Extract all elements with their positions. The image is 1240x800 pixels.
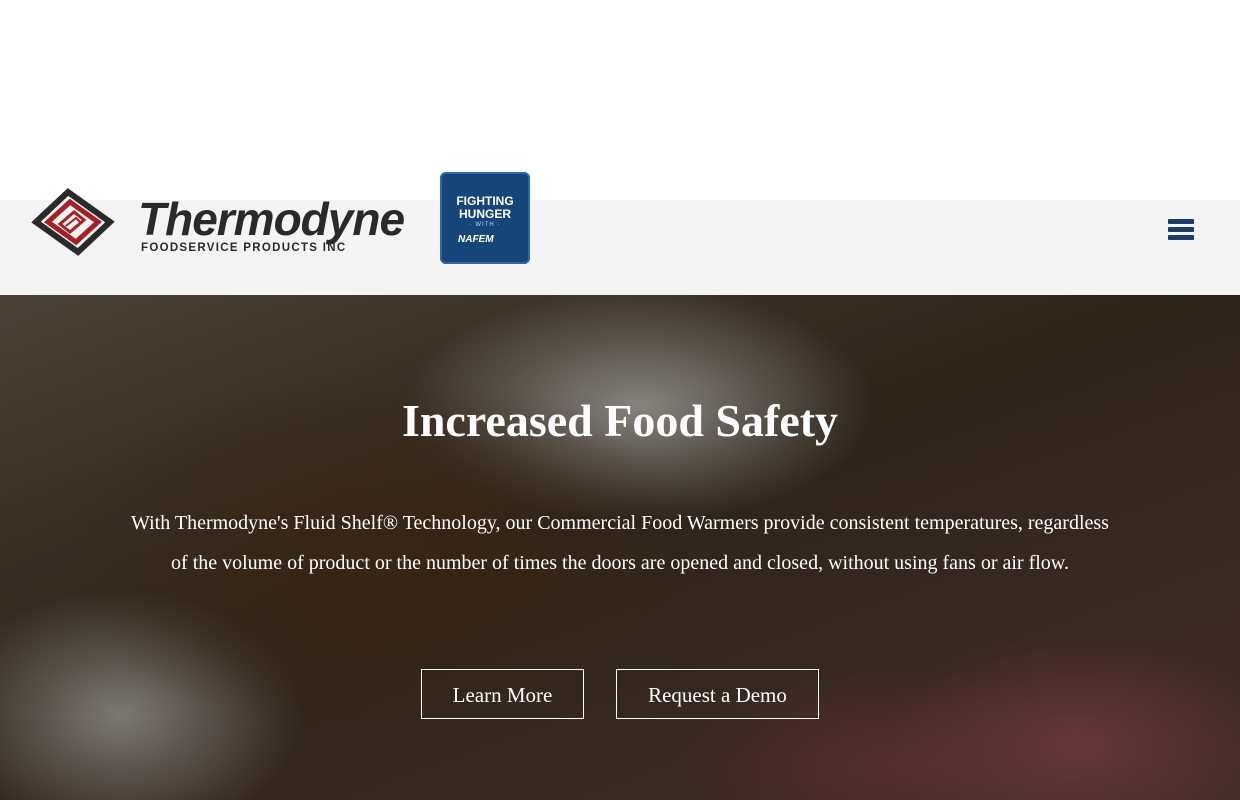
hero-description: With Thermodyne's Fluid Shelf® Technolog…	[131, 512, 1109, 574]
menu-bar-middle	[1168, 227, 1194, 232]
logo-tagline: FOODSERVICE PRODUCTS INC	[141, 242, 347, 254]
thermodyne-logo[interactable]: Thermodyne FOODSERVICE PRODUCTS INC	[30, 180, 410, 258]
thermodyne-logo-mark-icon	[31, 188, 115, 256]
hamburger-menu-icon[interactable]	[1166, 216, 1196, 244]
menu-bar-top	[1168, 219, 1194, 224]
badge-line-with: · WITH ·	[469, 222, 501, 228]
top-blank-area	[0, 0, 1240, 200]
fighting-hunger-nafem-badge[interactable]: FIGHTING HUNGER · WITH · NAFEM	[440, 172, 530, 264]
badge-line-hunger: HUNGER	[458, 207, 511, 221]
hero-title: Increased Food Safety	[401, 395, 839, 446]
request-demo-button[interactable]: Request a Demo	[616, 669, 819, 719]
badge-line-nafem: NAFEM	[458, 234, 494, 245]
hero-banner: Increased Food Safety With Thermodyne's …	[0, 295, 1240, 800]
menu-bar-bottom	[1168, 235, 1194, 240]
badge-line-fighting: FIGHTING	[456, 194, 514, 208]
logo-wordmark: Thermodyne	[138, 193, 405, 245]
learn-more-button[interactable]: Learn More	[421, 669, 584, 719]
